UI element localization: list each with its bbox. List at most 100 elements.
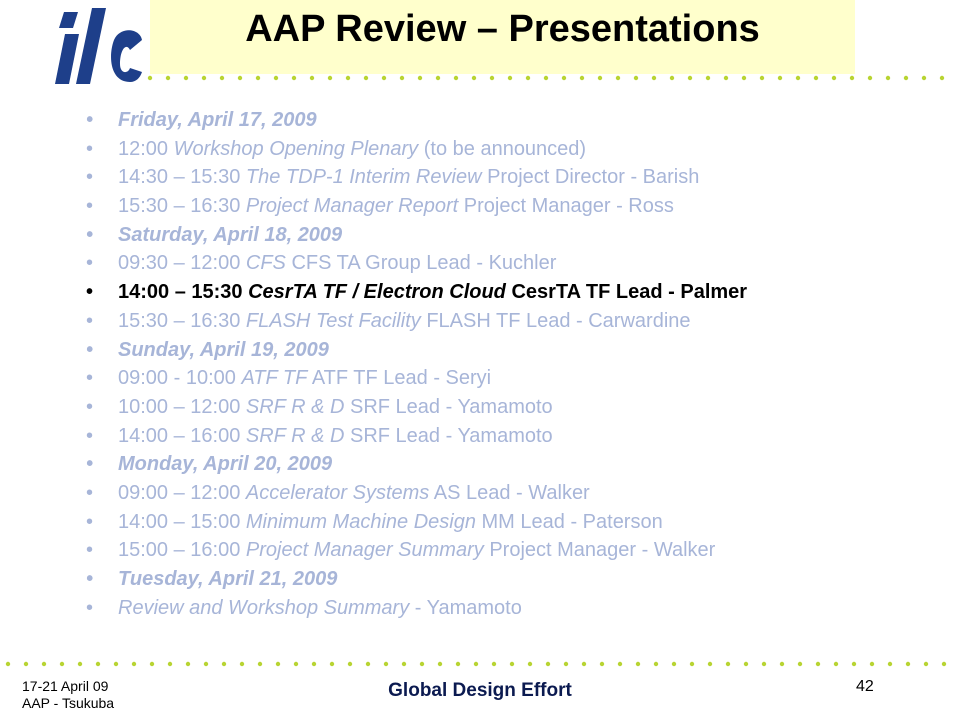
list-item: • 14:00 – 16:00 SRF R & D SRF Lead - Yama… (86, 422, 946, 451)
dot (419, 661, 425, 667)
dot (543, 75, 549, 81)
dot (311, 661, 317, 667)
dot (779, 661, 785, 667)
dotted-divider-bottom (5, 661, 947, 667)
dot (813, 75, 819, 81)
dot (777, 75, 783, 81)
dot (617, 661, 623, 667)
dot (921, 75, 927, 81)
dot (939, 75, 945, 81)
title-banner: AAP Review – Presentations (150, 0, 855, 74)
dot (5, 661, 11, 667)
dot (941, 661, 947, 667)
dot (545, 661, 551, 667)
day-heading: • Monday, April 20, 2009 (86, 450, 946, 479)
bullet-icon: • (86, 252, 94, 275)
dot (113, 661, 119, 667)
bullet-icon: • (86, 453, 94, 476)
dot (705, 75, 711, 81)
dot (95, 661, 101, 667)
bullet-icon: • (86, 568, 94, 590)
bullet-icon: • (86, 424, 94, 447)
list-item: • 09:30 – 12:00 CFS CFS TA Group Lead - K… (86, 249, 946, 278)
day-heading: • Friday, April 17, 2009 (86, 106, 946, 135)
dot (399, 75, 405, 81)
dot (23, 661, 29, 667)
dot (867, 75, 873, 81)
dot (435, 75, 441, 81)
dot (131, 661, 137, 667)
dot (815, 661, 821, 667)
dot (185, 661, 191, 667)
bullet-icon: • (86, 137, 94, 160)
dot (363, 75, 369, 81)
dot (291, 75, 297, 81)
bullet-icon: • (86, 223, 94, 246)
dot (887, 661, 893, 667)
bullet-icon: • (86, 481, 94, 504)
list-item: • 12:00 Workshop Opening Plenary (to be a… (86, 135, 946, 164)
dot (149, 661, 155, 667)
dot (345, 75, 351, 81)
dot (563, 661, 569, 667)
dot (327, 75, 333, 81)
list-item: • 14:30 – 15:30 The TDP-1 Interim Review … (86, 163, 946, 192)
dot (417, 75, 423, 81)
dot (401, 661, 407, 667)
dot (473, 661, 479, 667)
dot (653, 661, 659, 667)
dot (77, 661, 83, 667)
dot (201, 75, 207, 81)
dot (237, 75, 243, 81)
dot (203, 661, 209, 667)
dot (183, 75, 189, 81)
dot (831, 75, 837, 81)
bullet-icon: • (86, 338, 94, 361)
footer-organization: Global Design Effort (388, 680, 572, 701)
dot (219, 75, 225, 81)
dot (383, 661, 389, 667)
dot (599, 661, 605, 667)
dot (167, 661, 173, 667)
bullet-icon: • (86, 309, 94, 332)
dot (707, 661, 713, 667)
dotted-divider-top (147, 75, 945, 81)
dot (147, 75, 153, 81)
dot (491, 661, 497, 667)
dot (165, 75, 171, 81)
dot (309, 75, 315, 81)
list-item: • Review and Workshop Summary - Yamamoto (86, 594, 946, 623)
dot (743, 661, 749, 667)
dot (615, 75, 621, 81)
dot (849, 75, 855, 81)
dot (509, 661, 515, 667)
dot (273, 75, 279, 81)
dot (293, 661, 299, 667)
dot (687, 75, 693, 81)
dot (885, 75, 891, 81)
bullet-icon: • (86, 281, 94, 304)
dot (797, 661, 803, 667)
dot (221, 661, 227, 667)
dot (255, 75, 261, 81)
dot (275, 661, 281, 667)
dot (561, 75, 567, 81)
dot (527, 661, 533, 667)
page-title: AAP Review – Presentations (245, 8, 760, 50)
slide: AAP Review – Presentations • Friday, Apri… (0, 0, 960, 720)
bullet-icon: • (86, 510, 94, 533)
dot (795, 75, 801, 81)
dot (347, 661, 353, 667)
dot (851, 661, 857, 667)
bullet-icon: • (86, 395, 94, 418)
dot (725, 661, 731, 667)
dot (41, 661, 47, 667)
dot (635, 661, 641, 667)
dot (365, 661, 371, 667)
day-heading: • Saturday, April 18, 2009 (86, 221, 946, 250)
list-item: • 15:30 – 16:30 FLASH Test Facility FLASH… (86, 307, 946, 336)
schedule-list: • Friday, April 17, 2009 • 12:00 Workshop … (86, 106, 946, 622)
dot (239, 661, 245, 667)
dot (671, 661, 677, 667)
list-item: • 15:00 – 16:00 Project Manager Summary P… (86, 536, 946, 565)
